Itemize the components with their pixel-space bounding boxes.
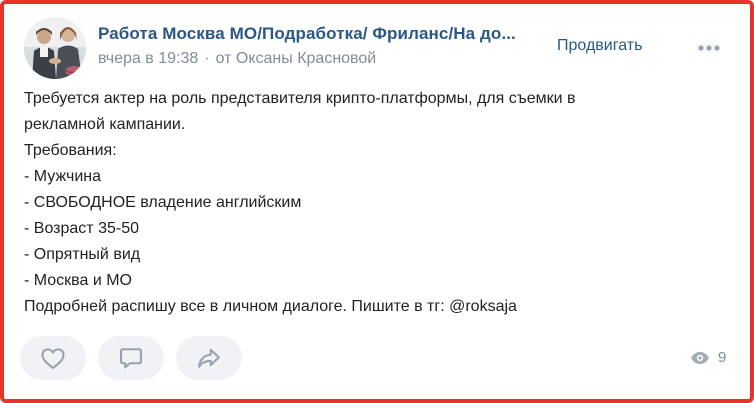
post-meta: вчера в 19:38 · от Оксаны Красновой — [98, 50, 376, 68]
post-text-line: - Возраст 35-50 — [24, 220, 139, 237]
comment-icon — [120, 348, 142, 369]
post-time[interactable]: вчера в 19:38 — [98, 50, 198, 67]
post-text-line: Подробней распишу все в личном диалоге. … — [24, 298, 517, 315]
post-text: Требуется актер на роль представителя кр… — [24, 86, 724, 320]
views-count: 9 — [718, 349, 727, 366]
post-text-line: Требуется актер на роль представителя кр… — [24, 90, 576, 107]
share-icon — [198, 348, 220, 368]
post-text-line: Требования: — [24, 142, 117, 159]
meta-separator: · — [204, 50, 210, 67]
post-text-line: - Мужчина — [24, 168, 101, 185]
post-text-line: - Опрятный вид — [24, 246, 141, 263]
post-author[interactable]: от Оксаны Красновой — [216, 50, 377, 67]
post-text-line: - Москва и МО — [24, 272, 132, 289]
promote-button[interactable]: Продвигать — [557, 37, 642, 55]
like-button[interactable] — [20, 336, 86, 380]
heart-icon — [41, 348, 65, 369]
group-title-link[interactable]: Работа Москва МО/Подработка/ Фриланс/На … — [98, 24, 538, 44]
post-actions — [20, 336, 242, 380]
eye-icon — [691, 351, 709, 364]
post-card: Работа Москва МО/Подработка/ Фриланс/На … — [4, 4, 750, 399]
post-text-line: рекламной кампании. — [24, 116, 186, 133]
post-text-line: - СВОБОДНОЕ владение английским — [24, 194, 302, 211]
avatar-image — [24, 17, 86, 79]
views-counter: 9 — [690, 349, 726, 366]
more-dots-icon[interactable] — [696, 40, 722, 56]
share-button[interactable] — [176, 336, 242, 380]
comment-button[interactable] — [98, 336, 164, 380]
group-avatar[interactable] — [24, 17, 86, 79]
